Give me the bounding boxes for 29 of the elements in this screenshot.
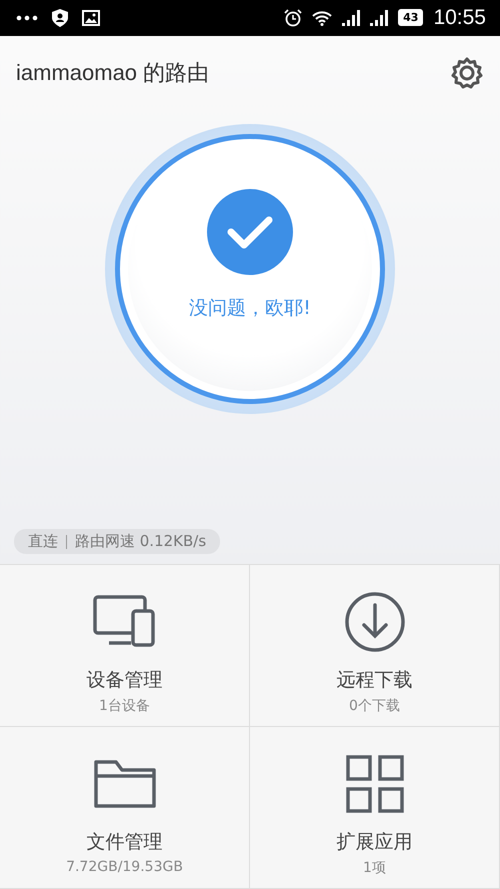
wifi-icon [312,10,332,26]
clock-time: 10:55 [433,6,486,30]
battery-level: 43 [398,9,424,26]
tile-title: 远程下载 [336,668,412,693]
check-icon [207,188,293,275]
grid-icon [346,753,404,815]
tile-subtitle: 0个下载 [349,697,400,715]
connection-mode: 直连 [28,532,58,551]
feature-tile[interactable]: 设备管理 1台设备 [0,565,250,727]
tile-subtitle: 1项 [363,859,386,877]
feature-tile[interactable]: 远程下载 0个下载 [250,565,500,727]
tile-title: 设备管理 [86,668,162,693]
signal-icon [370,10,388,26]
status-message: 没问题，欧耶! [189,296,311,321]
tile-subtitle: 1台设备 [99,697,150,715]
alarm-icon [284,8,302,27]
tile-subtitle: 7.72GB/19.53GB [66,859,183,875]
shield-icon [52,8,68,27]
signal-icon [342,10,360,26]
download-icon [344,591,406,653]
settings-icon[interactable] [450,56,484,90]
tile-title: 扩展应用 [336,830,412,855]
router-speed: 路由网速 0.12KB/s [75,532,206,551]
router-title: iammaomao 的路由 [16,58,210,87]
feature-tile[interactable]: 扩展应用 1项 [250,727,500,889]
tile-title: 文件管理 [86,830,162,855]
image-icon [82,10,100,26]
more-icon [16,14,38,21]
feature-tile[interactable]: 文件管理 7.72GB/19.53GB [0,727,250,889]
